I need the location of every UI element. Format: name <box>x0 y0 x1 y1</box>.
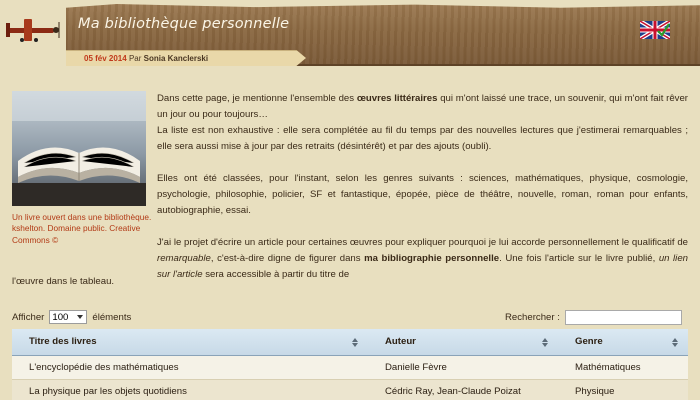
caption-text: Un livre ouvert dans une bibliothèque. <box>12 212 152 222</box>
column-header-author[interactable]: Auteur <box>368 329 558 356</box>
column-header-genre[interactable]: Genre <box>558 329 688 356</box>
book-title-cell[interactable]: La physique par les objets quotidiens <box>12 379 368 400</box>
image-caption: Un livre ouvert dans une bibliothèque. k… <box>12 212 152 246</box>
table-header-row: Titre des livres Auteur Genre <box>12 329 688 356</box>
genres-paragraph: Elles ont été classées, pour l'instant, … <box>157 173 688 216</box>
genre-cell: Physique <box>558 379 688 400</box>
table-search: Rechercher : <box>505 310 682 325</box>
post-meta: 05 fév 2014 Par Sonia Kanclerski <box>66 50 306 66</box>
table-row: L'encyclopédie des mathématiques Daniell… <box>12 355 688 380</box>
sort-icon <box>672 338 678 348</box>
show-label: Afficher <box>12 311 45 323</box>
post-author[interactable]: Sonia Kanclerski <box>144 54 208 63</box>
uk-flag-icon[interactable] <box>640 21 670 39</box>
intro-paragraph: Dans cette page, je mentionne l'ensemble… <box>157 93 688 120</box>
caption-credit[interactable]: kshelton. Domaine public. Creative Commo… <box>12 223 152 246</box>
project-paragraph: J'ai le projet d'écrire un article pour … <box>157 237 688 280</box>
table-row: La physique par les objets quotidiens Cé… <box>12 379 688 400</box>
airplane-logo-icon[interactable] <box>2 16 64 44</box>
books-table: Titre des livres Auteur Genre L'encyclop… <box>12 329 688 400</box>
column-header-title[interactable]: Titre des livres <box>12 329 368 356</box>
sort-icon <box>542 338 548 348</box>
article-body: Dans cette page, je mentionne l'ensemble… <box>157 91 688 283</box>
entries-label: éléments <box>92 311 132 323</box>
site-title[interactable]: Ma bibliothèque personnelle <box>78 16 289 32</box>
project-paragraph-tail: l'œuvre dans le tableau. <box>12 276 115 287</box>
page-size-select[interactable]: 100 <box>49 310 88 324</box>
scope-paragraph: La liste est non exhaustive : elle sera … <box>157 125 688 152</box>
by-label: Par <box>128 54 142 63</box>
genre-cell: Mathématiques <box>558 355 688 380</box>
book-title-cell[interactable]: L'encyclopédie des mathématiques <box>12 355 368 380</box>
sort-icon <box>352 338 358 348</box>
book-photo <box>12 91 146 206</box>
search-input[interactable] <box>564 310 682 325</box>
author-cell: Cédric Ray, Jean-Claude Poizat <box>368 379 558 400</box>
author-cell: Danielle Fèvre <box>368 355 558 380</box>
search-label: Rechercher : <box>505 312 560 323</box>
post-date: 05 fév 2014 <box>84 54 127 63</box>
page-length-control: Afficher 100 éléments <box>12 310 131 324</box>
